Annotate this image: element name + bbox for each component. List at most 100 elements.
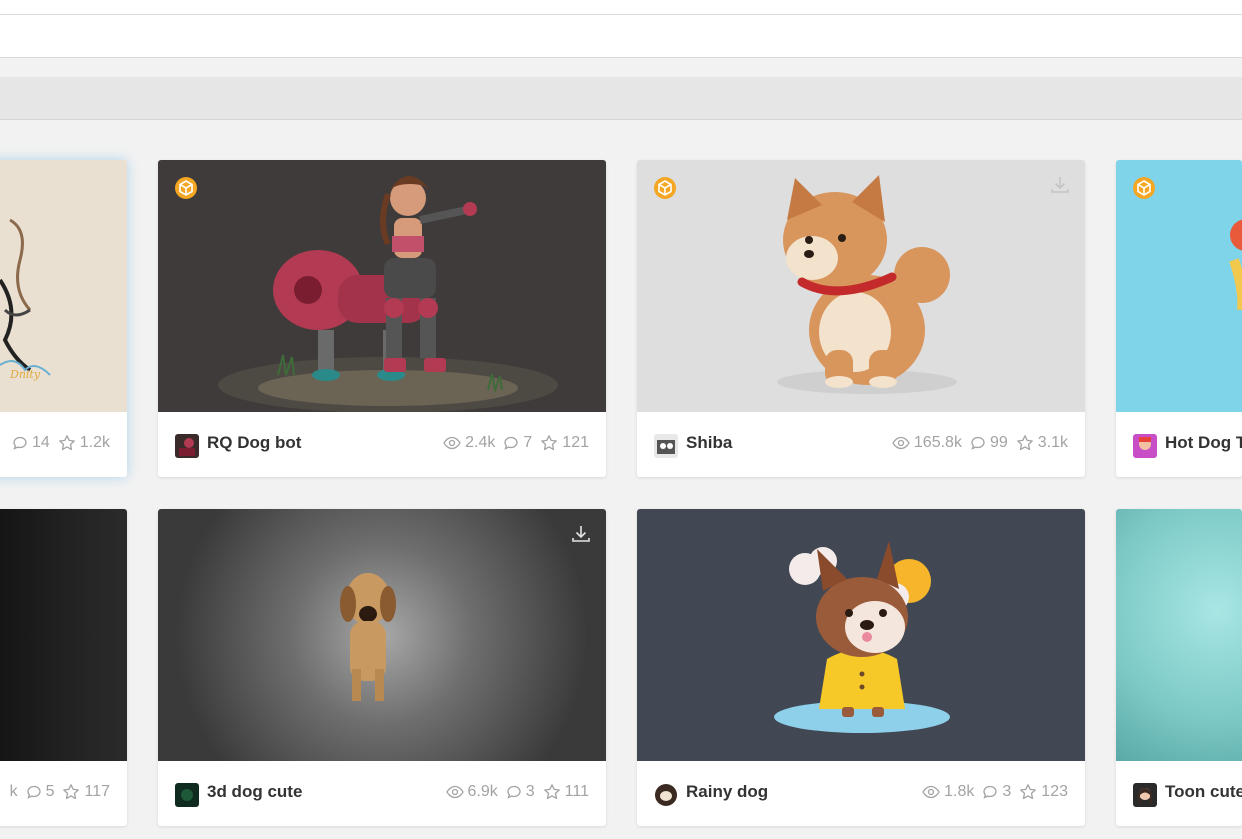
views-count: 165.8k	[913, 434, 962, 451]
star-icon	[543, 784, 560, 800]
3d-model-badge-icon	[1133, 177, 1155, 199]
card-info: Toon cute	[1116, 761, 1242, 826]
comments-stat: 99	[970, 434, 1008, 452]
model-title[interactable]: 3d dog cute	[207, 782, 302, 802]
comment-icon	[13, 436, 27, 450]
comment-icon	[504, 436, 519, 450]
comments-stat: 5	[26, 783, 55, 801]
model-thumbnail[interactable]: Dnity	[0, 160, 127, 412]
star-icon	[58, 435, 75, 451]
comments-stat: 3	[506, 783, 535, 801]
search-bar[interactable]	[0, 15, 1242, 58]
model-title[interactable]: Toon cute	[1165, 782, 1242, 802]
star-icon	[541, 435, 558, 451]
eye-icon	[443, 436, 461, 450]
eye-icon	[445, 785, 464, 799]
model-title[interactable]: Shiba	[686, 433, 732, 453]
comments-count: 3	[525, 783, 535, 800]
likes-stat[interactable]: 123	[1019, 783, 1068, 801]
views-count: 6.9k	[467, 783, 498, 800]
views-stat: 1.8k	[922, 783, 974, 801]
avatar[interactable]	[175, 434, 199, 458]
model-thumbnail[interactable]	[1116, 509, 1242, 761]
avatar[interactable]	[175, 783, 199, 807]
likes-stat[interactable]: 3.1k	[1016, 434, 1068, 452]
comment-icon	[971, 436, 985, 450]
likes-stat[interactable]: 121	[540, 434, 589, 452]
model-card[interactable]: Shiba 165.8k 99 3.1k	[637, 160, 1085, 477]
model-thumbnail[interactable]	[1116, 160, 1242, 412]
download-icon[interactable]	[570, 523, 592, 545]
views-count: k	[9, 783, 18, 800]
likes-count: 123	[1041, 783, 1068, 800]
avatar[interactable]	[654, 434, 678, 458]
model-thumbnail[interactable]	[637, 160, 1085, 412]
card-info: Rainy dog 1.8k 3 123	[637, 761, 1085, 826]
comments-count: 3	[1002, 783, 1012, 800]
comments-count: 5	[45, 783, 55, 800]
model-card[interactable]: RQ Dog bot 2.4k 7 121	[158, 160, 606, 477]
avatar[interactable]	[1133, 783, 1157, 807]
comment-icon	[983, 785, 998, 799]
eye-icon	[892, 436, 910, 450]
filter-bar[interactable]	[0, 77, 1242, 120]
comments-count: 14	[31, 434, 50, 451]
likes-stat[interactable]: 117	[62, 783, 110, 801]
card-stats: 165.8k 99 3.1k	[892, 434, 1068, 452]
card-stats: 14 1.2k	[12, 434, 110, 452]
model-card[interactable]: Hot Dog T	[1116, 160, 1242, 477]
model-card[interactable]: Dnity 14 1.2k	[0, 160, 127, 477]
likes-count: 3.1k	[1037, 434, 1068, 451]
card-info: Shiba 165.8k 99 3.1k	[637, 412, 1085, 477]
likes-count: 1.2k	[79, 434, 110, 451]
model-title[interactable]: Hot Dog T	[1165, 433, 1242, 453]
card-stats: 6.9k 3 111	[445, 783, 589, 801]
card-info: 14 1.2k	[0, 412, 127, 477]
views-count: 2.4k	[465, 434, 496, 451]
model-card[interactable]: k 5 117	[0, 509, 127, 826]
likes-count: 117	[84, 783, 110, 800]
comments-count: 99	[989, 434, 1008, 451]
top-nav-bar	[0, 0, 1242, 15]
views-stat: 6.9k	[445, 783, 498, 801]
card-info: Hot Dog T	[1116, 412, 1242, 477]
likes-count: 111	[564, 783, 589, 800]
model-card[interactable]: Toon cute	[1116, 509, 1242, 826]
model-thumbnail[interactable]	[158, 509, 606, 761]
likes-stat[interactable]: 1.2k	[58, 434, 110, 452]
views-stat: 2.4k	[443, 434, 495, 452]
comments-stat: 14	[12, 434, 50, 452]
comment-icon	[507, 785, 521, 799]
star-icon	[1020, 784, 1037, 800]
avatar[interactable]	[654, 783, 678, 807]
3d-model-badge-icon	[175, 177, 197, 199]
3d-model-badge-icon	[654, 177, 676, 199]
comment-icon	[26, 785, 41, 799]
card-stats: 1.8k 3 123	[922, 783, 1068, 801]
download-icon[interactable]	[1049, 174, 1071, 196]
likes-stat[interactable]: 111	[543, 783, 589, 801]
card-stats: 2.4k 7 121	[443, 434, 589, 452]
star-icon	[63, 784, 80, 800]
svg-text:Dnity: Dnity	[9, 368, 41, 381]
avatar[interactable]	[1133, 434, 1157, 458]
card-info: k 5 117	[0, 761, 127, 826]
model-card[interactable]: Rainy dog 1.8k 3 123	[637, 509, 1085, 826]
card-info: RQ Dog bot 2.4k 7 121	[158, 412, 606, 477]
model-thumbnail[interactable]	[158, 160, 606, 412]
model-thumbnail[interactable]	[637, 509, 1085, 761]
comments-count: 7	[523, 434, 533, 451]
views-stat: 165.8k	[892, 434, 962, 452]
eye-icon	[922, 785, 940, 799]
views-stat: k	[10, 783, 18, 801]
comments-stat: 3	[982, 783, 1011, 801]
card-stats: k 5 117	[10, 783, 110, 801]
model-thumbnail[interactable]	[0, 509, 127, 761]
model-title[interactable]: RQ Dog bot	[207, 433, 301, 453]
comments-stat: 7	[503, 434, 532, 452]
model-card[interactable]: 3d dog cute 6.9k 3 111	[158, 509, 606, 826]
model-title[interactable]: Rainy dog	[686, 782, 768, 802]
star-icon	[1016, 435, 1033, 451]
card-info: 3d dog cute 6.9k 3 111	[158, 761, 606, 826]
views-count: 1.8k	[944, 783, 975, 800]
